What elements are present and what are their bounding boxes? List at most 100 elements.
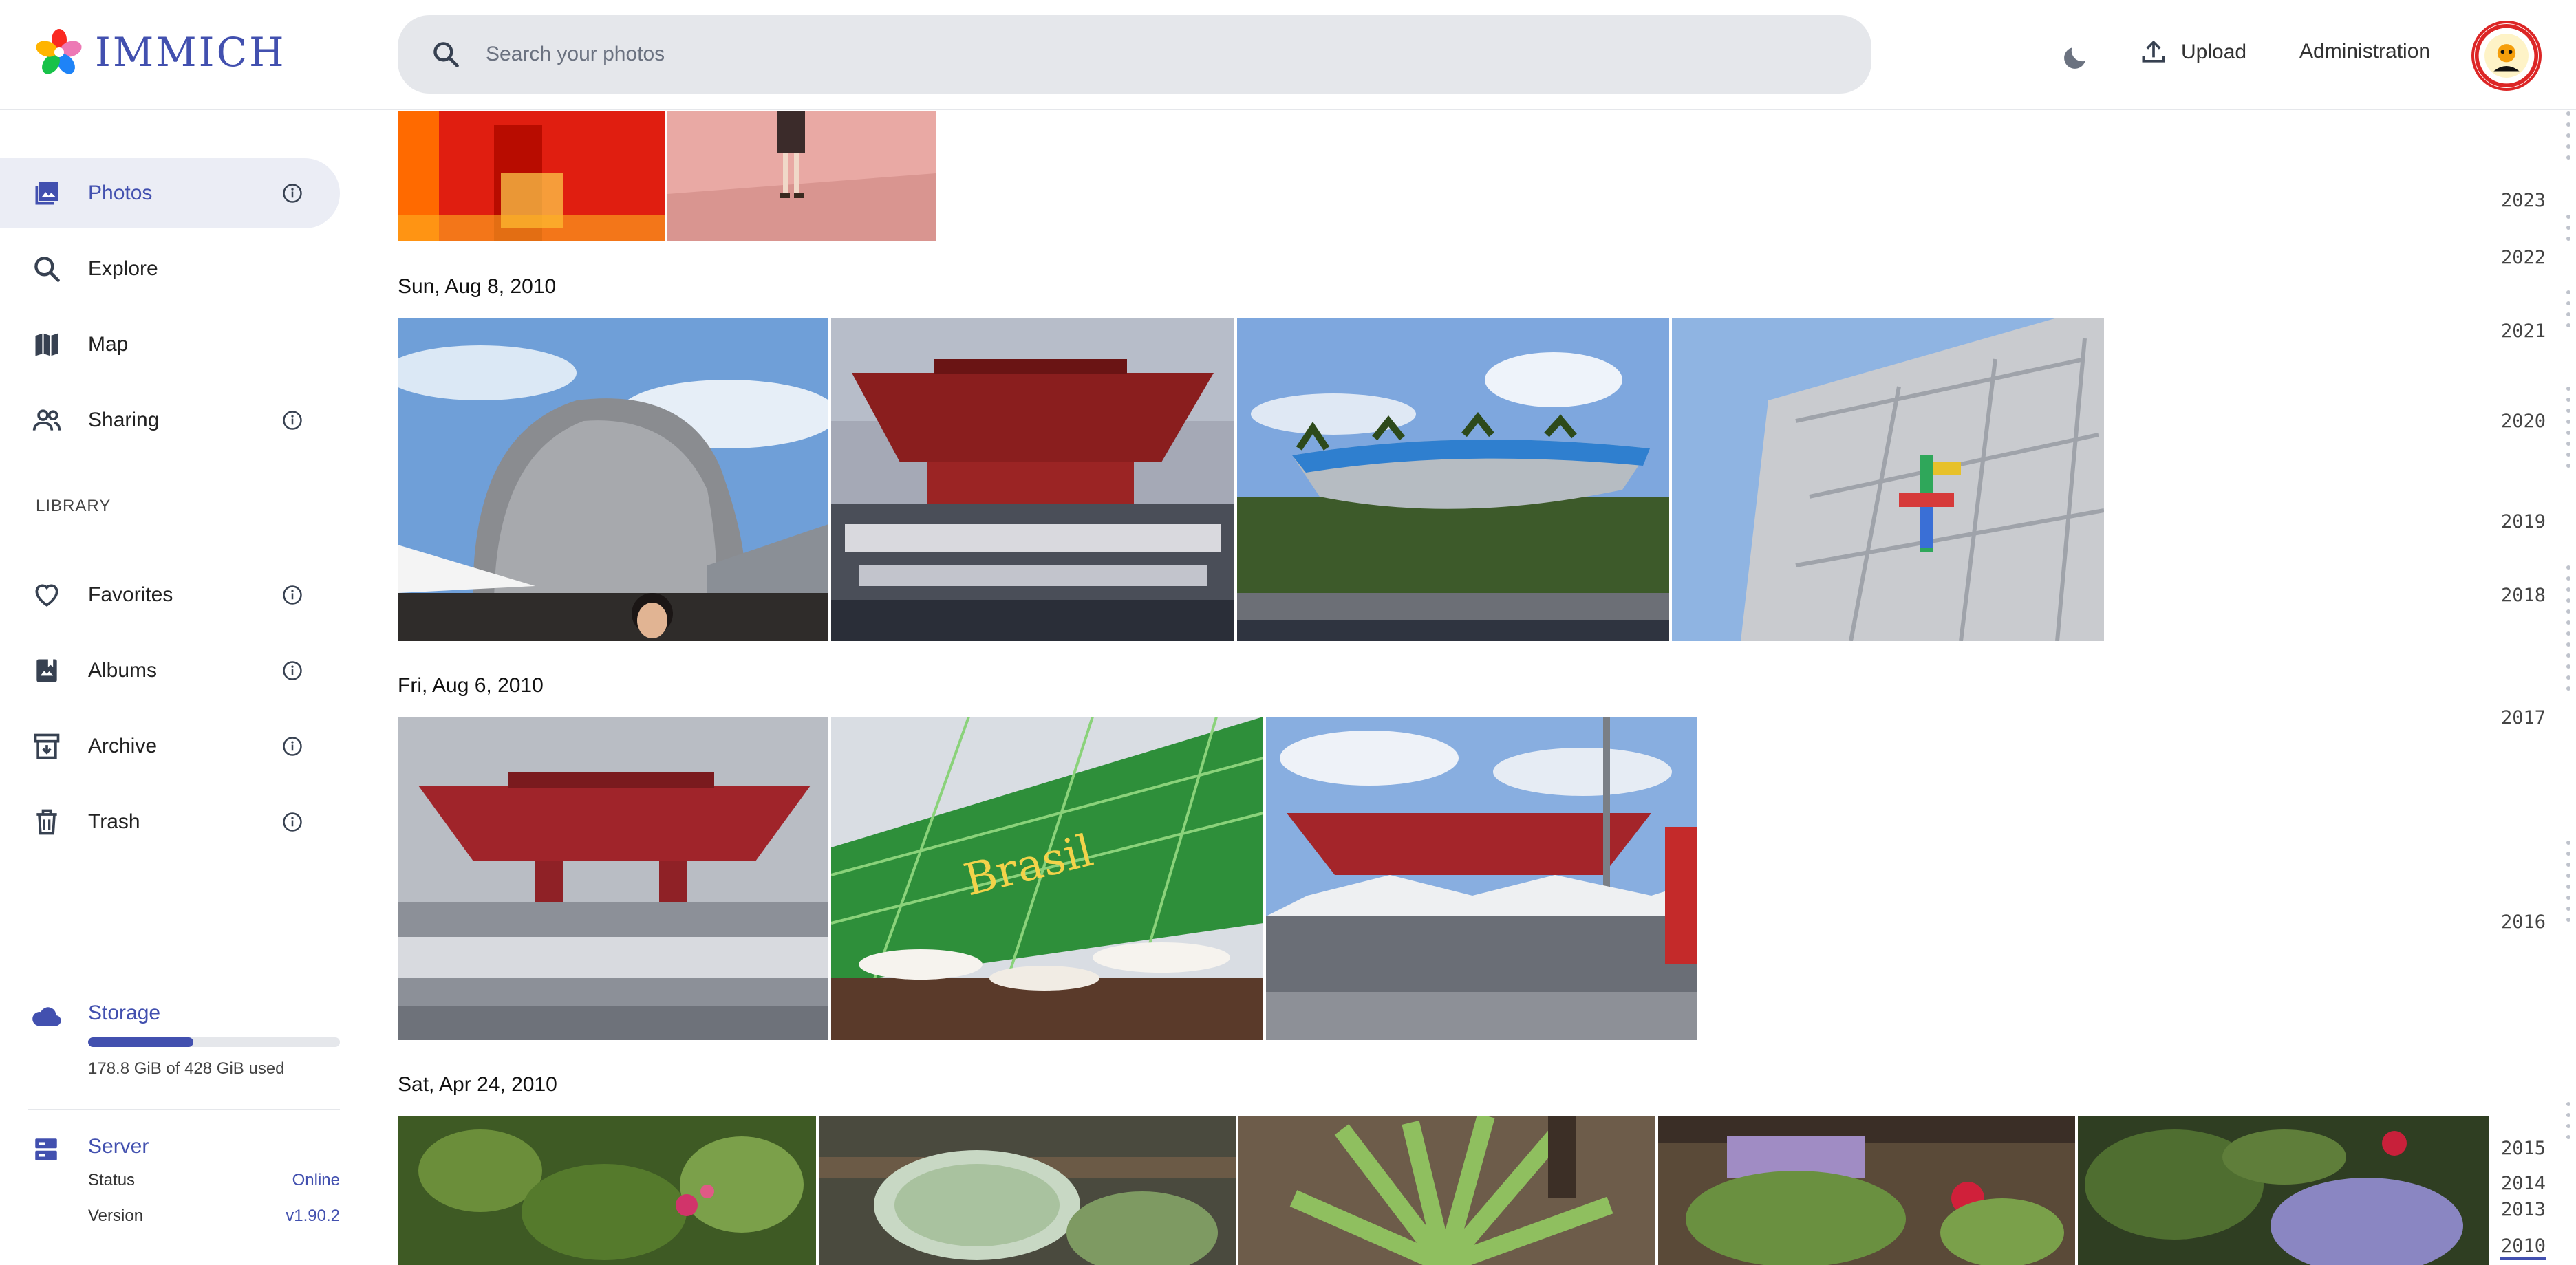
upload-button[interactable]: Upload	[2138, 32, 2246, 73]
server-title: Server	[88, 1135, 149, 1158]
sidebar-item-archive[interactable]: Archive	[0, 711, 340, 781]
sidebar-item-trash[interactable]: Trash	[0, 787, 340, 857]
upload-icon	[2142, 40, 2165, 63]
photo-thumbnail[interactable]	[819, 1116, 1236, 1265]
timeline-scrubber[interactable]: 2023 2022 2021 2020 2019 2018 2017 2016 …	[2491, 111, 2576, 1265]
scrubber-dots	[2566, 565, 2570, 698]
upload-label: Upload	[2181, 41, 2247, 63]
server-status-label: Status	[88, 1171, 136, 1189]
sidebar-item-label: Explore	[88, 257, 158, 280]
user-avatar[interactable]	[2471, 21, 2542, 91]
scrubber-year[interactable]: 2013	[2501, 1199, 2546, 1220]
photo-image: Brasil	[831, 717, 1263, 1040]
immich-logo-icon	[36, 29, 82, 74]
info-icon[interactable]	[282, 736, 303, 757]
scrubber-year[interactable]: 2019	[2501, 511, 2546, 532]
scrubber-year[interactable]: 2017	[2501, 707, 2546, 728]
scrubber-dots	[2566, 841, 2570, 929]
theme-toggle-button[interactable]	[2056, 39, 2094, 77]
photo-thumbnail[interactable]	[398, 1116, 816, 1265]
photo-timeline: Sun, Aug 8, 2010 Fri, Aug 6, 2010 Brasil…	[398, 111, 2489, 1265]
moon-icon	[2064, 47, 2085, 69]
sidebar-item-photos[interactable]: Photos	[0, 158, 340, 228]
server-status-value: Online	[292, 1171, 340, 1189]
photo-image	[1237, 318, 1669, 641]
photo-image	[398, 1116, 816, 1265]
sidebar-item-label: Sharing	[88, 409, 160, 431]
photo-thumbnail[interactable]	[1658, 1116, 2075, 1265]
photo-thumbnail[interactable]	[398, 111, 665, 241]
scrubber-year[interactable]: 2023	[2501, 190, 2546, 211]
avatar-image	[2474, 23, 2539, 88]
photo-thumbnail[interactable]: Brasil	[831, 717, 1263, 1040]
library-section-label: LIBRARY	[36, 497, 111, 515]
info-icon[interactable]	[282, 585, 303, 605]
server-version-value[interactable]: v1.90.2	[286, 1207, 340, 1226]
photo-image	[667, 111, 936, 241]
photo-thumbnail[interactable]	[667, 111, 936, 241]
photos-icon	[35, 182, 58, 205]
scrubber-year[interactable]: 2018	[2501, 585, 2546, 606]
photo-thumbnail[interactable]	[1266, 717, 1697, 1040]
photo-thumbnail[interactable]	[1672, 318, 2104, 641]
photo-image	[398, 318, 828, 641]
scrubber-position-marker[interactable]	[2500, 1257, 2546, 1260]
cloud-icon	[32, 1007, 61, 1026]
storage-usage-text: 178.8 GiB of 428 GiB used	[88, 1059, 285, 1078]
server-icon	[35, 1138, 57, 1160]
info-icon[interactable]	[282, 410, 303, 431]
server-version-label: Version	[88, 1207, 144, 1225]
sidebar-item-label: Favorites	[88, 583, 173, 606]
photo-image	[398, 717, 828, 1040]
info-icon[interactable]	[282, 660, 303, 681]
trash-icon	[36, 809, 57, 835]
scrubber-year[interactable]: 2016	[2501, 911, 2546, 933]
scrubber-year[interactable]: 2022	[2501, 247, 2546, 268]
photo-image	[1672, 318, 2104, 641]
sidebar-item-label: Photos	[88, 182, 153, 204]
scrubber-year[interactable]: 2021	[2501, 321, 2546, 342]
photo-thumbnail[interactable]	[1237, 318, 1669, 641]
divider	[28, 1109, 340, 1110]
sidebar-item-albums[interactable]: Albums	[0, 636, 340, 706]
scrubber-year[interactable]: 2020	[2501, 411, 2546, 432]
photo-thumbnail[interactable]	[831, 318, 1234, 641]
scrubber-dots	[2566, 111, 2570, 166]
search-input[interactable]	[486, 43, 1793, 66]
heart-icon	[35, 584, 58, 607]
sidebar-item-label: Map	[88, 333, 129, 356]
server-version-row: Version v1.90.2	[88, 1207, 340, 1226]
photo-thumbnail[interactable]	[398, 318, 828, 641]
app-name: IMMICH	[95, 29, 286, 76]
scrubber-year[interactable]: 2015	[2501, 1138, 2546, 1159]
search-icon[interactable]	[431, 39, 461, 69]
scrubber-year[interactable]: 2010	[2501, 1235, 2546, 1257]
date-group-header: Fri, Aug 6, 2010	[398, 674, 544, 697]
scrubber-dots	[2566, 387, 2570, 475]
photo-thumbnail[interactable]	[398, 717, 828, 1040]
photo-image	[2078, 1116, 2489, 1265]
administration-button[interactable]: Administration	[2299, 40, 2430, 63]
photo-thumbnail[interactable]	[2078, 1116, 2489, 1265]
sidebar-item-favorites[interactable]: Favorites	[0, 560, 340, 630]
server-status-row: Status Online	[88, 1171, 340, 1190]
sidebar-item-label: Archive	[88, 735, 158, 757]
map-icon	[35, 333, 58, 356]
search-bar[interactable]	[398, 15, 1871, 94]
sidebar: Photos Explore Map Sharing LIBRARY Favor…	[0, 111, 365, 1265]
immich-logo[interactable]: IMMICH	[33, 26, 286, 78]
scrubber-dots	[2566, 290, 2570, 334]
scrubber-dots	[2566, 215, 2570, 248]
photo-image	[1658, 1116, 2075, 1265]
info-icon[interactable]	[282, 183, 303, 204]
sidebar-item-label: Trash	[88, 810, 140, 833]
photo-thumbnail[interactable]	[1238, 1116, 1655, 1265]
sidebar-item-label: Albums	[88, 659, 158, 682]
sidebar-item-map[interactable]: Map	[0, 310, 340, 380]
sidebar-item-explore[interactable]: Explore	[0, 234, 340, 304]
scrubber-year[interactable]: 2014	[2501, 1173, 2546, 1194]
top-bar: IMMICH Upload Administration	[0, 0, 2576, 110]
info-icon[interactable]	[282, 812, 303, 832]
sidebar-item-sharing[interactable]: Sharing	[0, 385, 340, 455]
sharing-icon	[32, 409, 61, 431]
